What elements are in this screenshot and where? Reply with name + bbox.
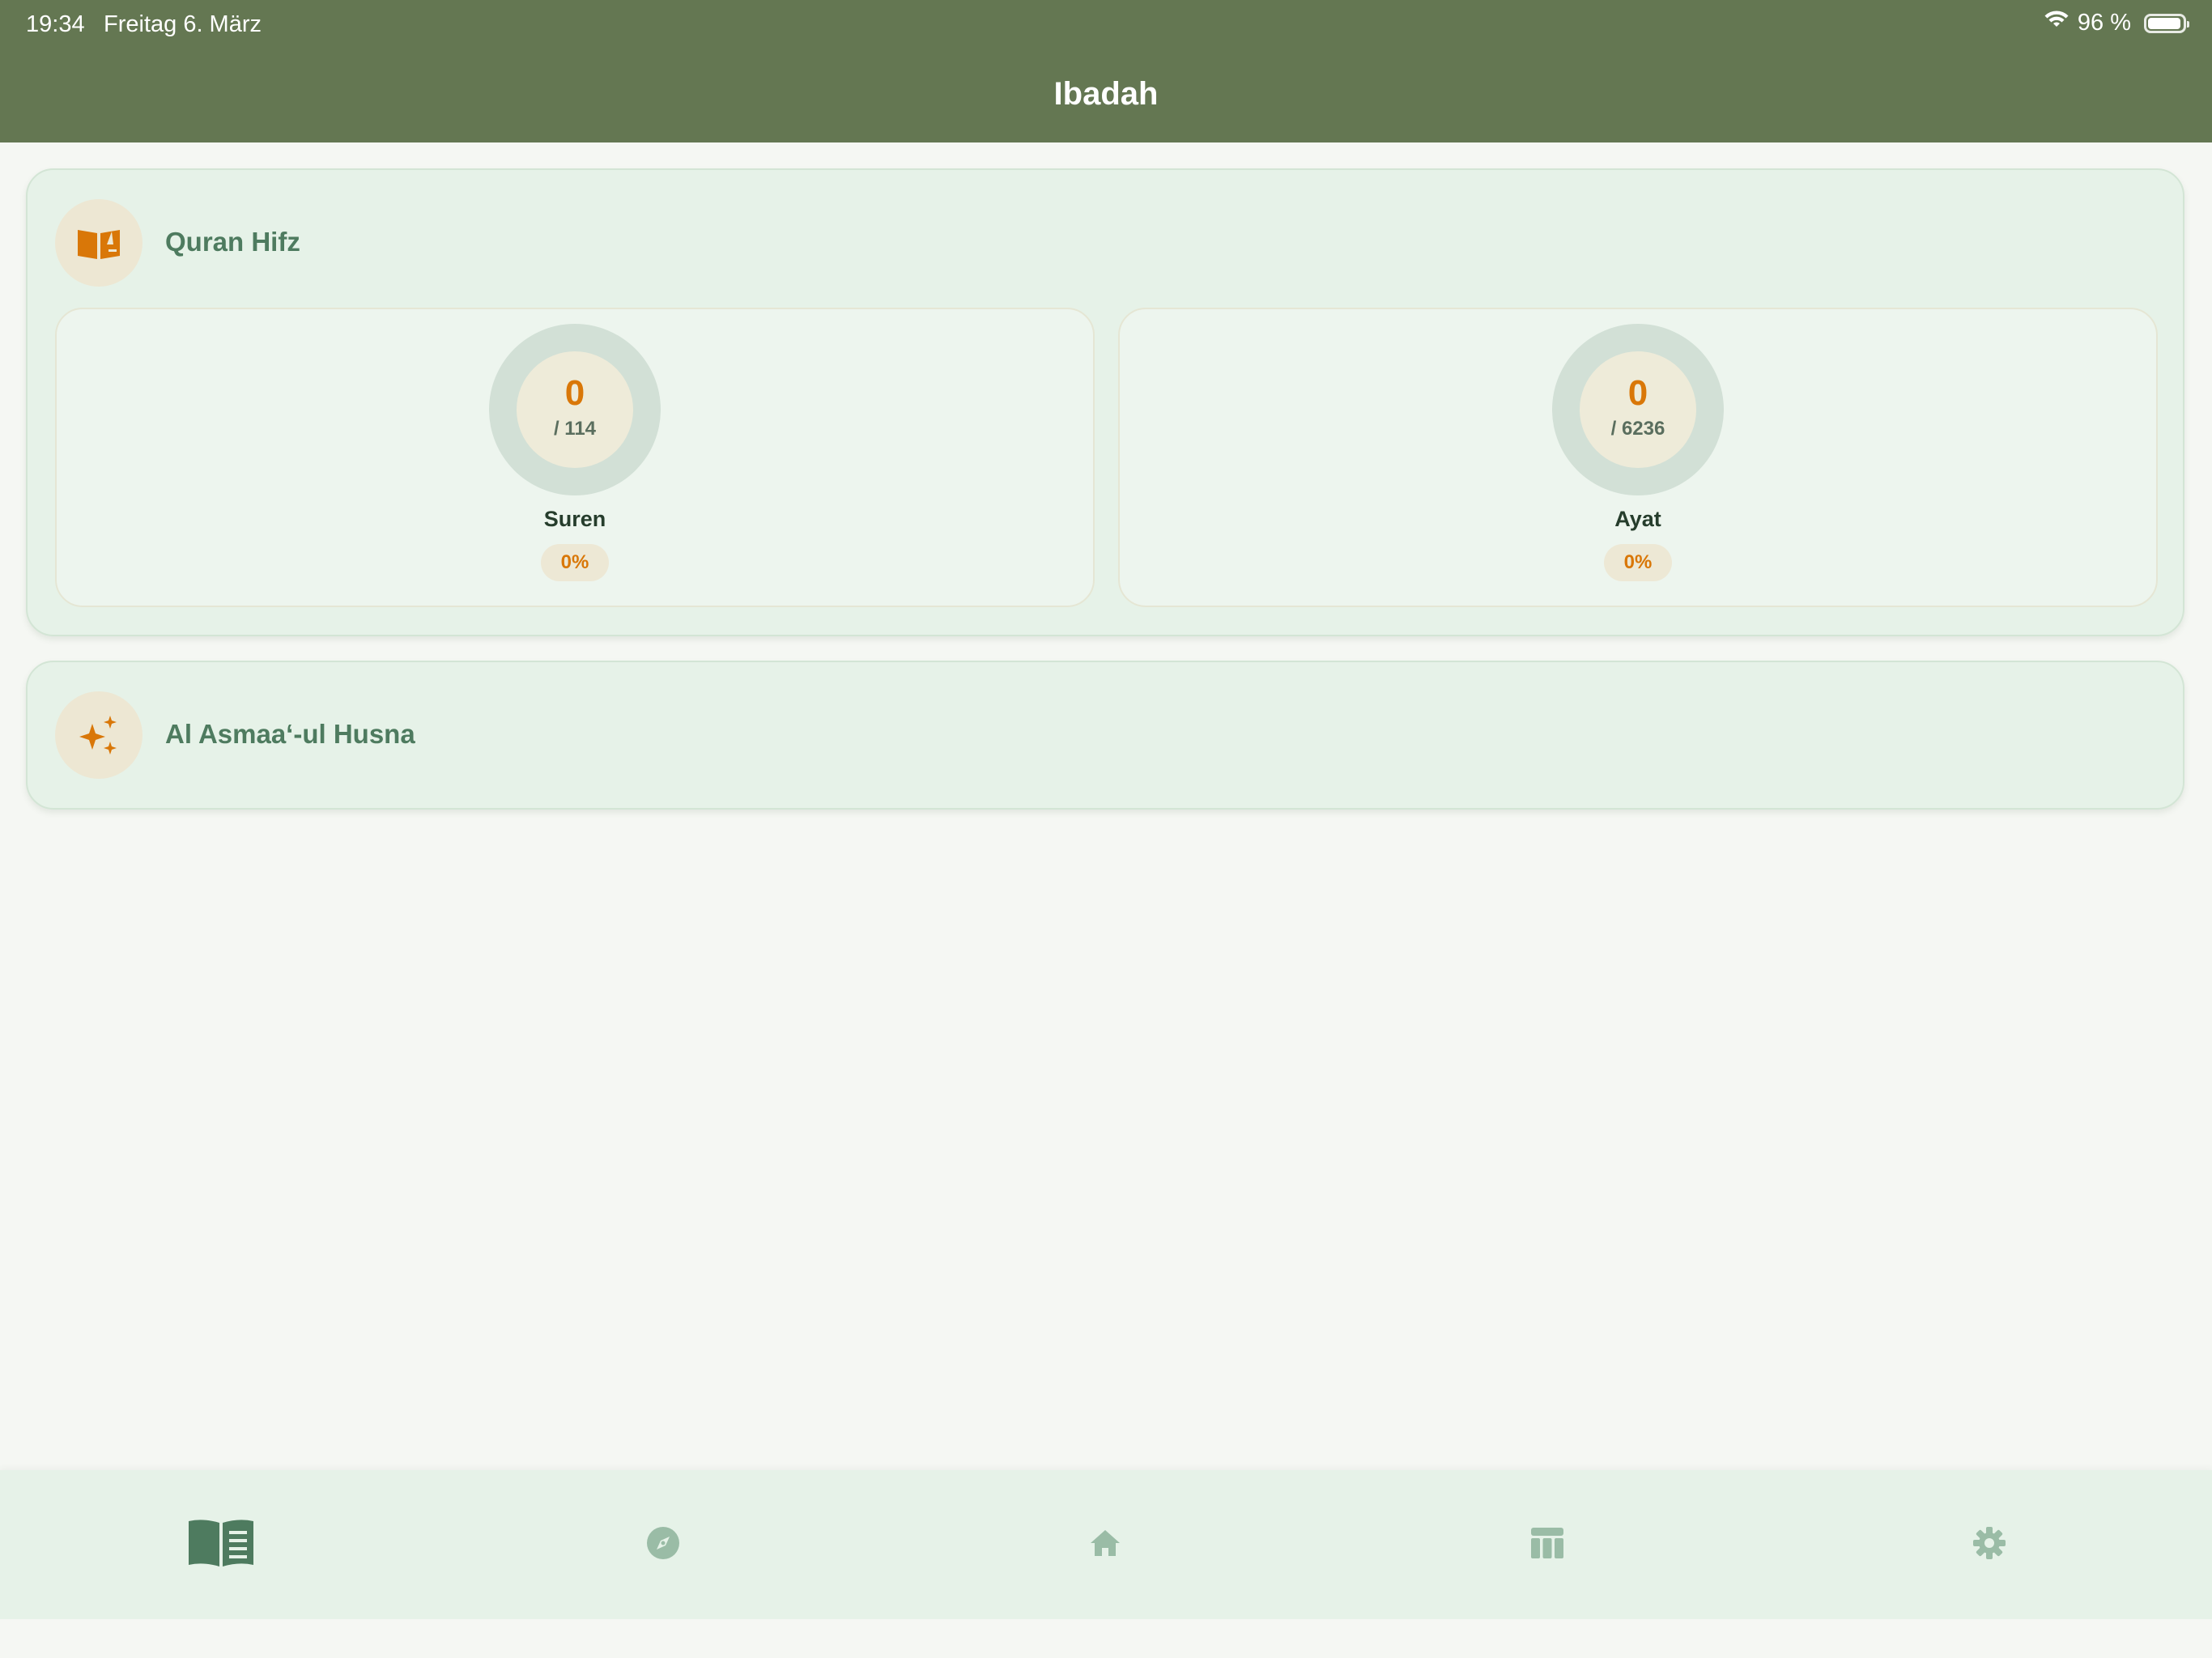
tab-compass[interactable] bbox=[442, 1470, 884, 1619]
battery-fill bbox=[2148, 17, 2180, 29]
gear-icon bbox=[1972, 1526, 2006, 1564]
asmaa-ul-husna-title: Al Asmaa‘-ul Husna bbox=[165, 719, 415, 749]
quran-hifz-title: Quran Hifz bbox=[165, 227, 300, 257]
sparkles-icon bbox=[55, 691, 143, 779]
stat-label: Suren bbox=[543, 507, 606, 531]
page-title: Ibadah bbox=[1053, 76, 1159, 112]
compass-icon bbox=[646, 1526, 680, 1564]
open-book-icon bbox=[55, 199, 143, 287]
asmaa-ul-husna-card[interactable]: Al Asmaa‘-ul Husna bbox=[26, 661, 2184, 810]
percent-badge: 0% bbox=[541, 544, 609, 581]
progress-ring-center: 0 / 6236 bbox=[1580, 351, 1696, 468]
progress-value: 0 bbox=[564, 373, 585, 413]
progress-total: / 114 bbox=[553, 418, 597, 440]
wifi-icon bbox=[2044, 10, 2069, 36]
table-icon bbox=[1530, 1527, 1564, 1563]
status-date: Freitag 6. März bbox=[104, 11, 262, 37]
home-icon bbox=[1089, 1528, 1121, 1562]
reader-book-icon bbox=[187, 1518, 255, 1572]
battery-icon bbox=[2144, 13, 2189, 33]
tab-reader[interactable] bbox=[0, 1470, 442, 1619]
quran-hifz-card[interactable]: Quran Hifz 0 / 114 Suren 0% 0 / 6236 Aya… bbox=[26, 168, 2184, 636]
battery-percent: 96 % bbox=[2077, 10, 2131, 36]
tab-home[interactable] bbox=[884, 1470, 1326, 1619]
progress-total: / 6236 bbox=[1610, 418, 1665, 440]
status-time: 19:34 bbox=[26, 11, 85, 37]
progress-value: 0 bbox=[1627, 373, 1648, 413]
progress-ring: 0 / 114 bbox=[489, 324, 661, 495]
stat-label: Ayat bbox=[1614, 507, 1661, 531]
progress-ring-center: 0 / 114 bbox=[517, 351, 633, 468]
tab-settings[interactable] bbox=[1768, 1470, 2210, 1619]
app-header: 19:34 Freitag 6. März 96 % Ibadah bbox=[0, 0, 2212, 142]
progress-ring: 0 / 6236 bbox=[1552, 324, 1724, 495]
home-indicator-area bbox=[0, 1619, 2212, 1658]
ayat-stat[interactable]: 0 / 6236 Ayat 0% bbox=[1118, 308, 2158, 607]
percent-badge: 0% bbox=[1604, 544, 1672, 581]
suren-stat[interactable]: 0 / 114 Suren 0% bbox=[55, 308, 1095, 607]
tab-table[interactable] bbox=[1326, 1470, 1768, 1619]
tab-bar bbox=[0, 1470, 2212, 1619]
status-indicators: 96 % bbox=[2044, 10, 2189, 36]
